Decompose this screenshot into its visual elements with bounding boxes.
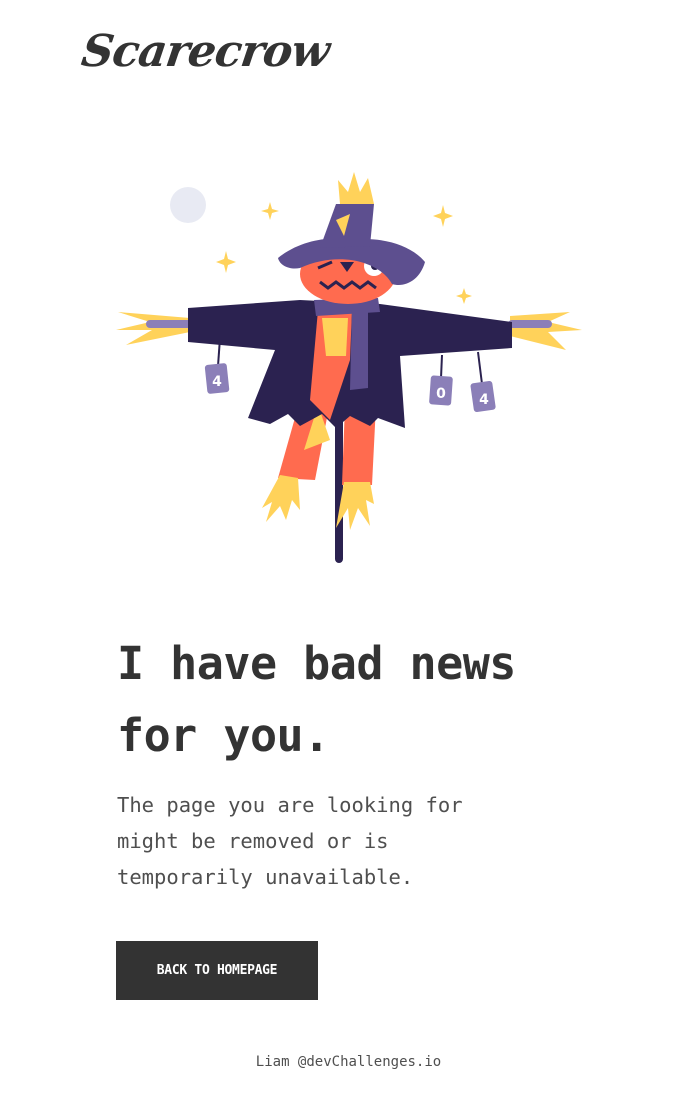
left-hand-straw: [116, 312, 190, 345]
feet-straw: [262, 475, 374, 530]
scarecrow-illustration: 4 0 4: [116, 172, 582, 563]
moon-icon: [170, 187, 206, 223]
back-to-homepage-button[interactable]: BACK TO HOMEPAGE: [116, 941, 318, 1000]
message-line-2: might be removed or is: [117, 829, 389, 853]
can-middle-label: 0: [436, 386, 446, 402]
can-middle: 0: [429, 375, 453, 406]
headline-line-1: I have bad news: [117, 637, 516, 690]
can-left: 4: [204, 363, 230, 394]
right-cuff: [508, 320, 552, 328]
error-message: The page you are looking for might be re…: [117, 787, 537, 895]
footer-credit: Liam @devChallenges.io: [255, 1054, 442, 1070]
right-hand-straw: [510, 312, 582, 350]
can-right-label: 4: [479, 392, 489, 408]
can-left-label: 4: [212, 374, 222, 390]
headline-line-2: for you.: [117, 709, 330, 762]
left-cuff: [146, 320, 192, 328]
site-logo[interactable]: Scarecrow: [78, 26, 332, 77]
shirt-patch: [322, 318, 348, 356]
error-headline: I have bad news for you.: [117, 628, 587, 772]
message-line-3: temporarily unavailable.: [117, 865, 414, 889]
can-right: 4: [470, 380, 496, 412]
message-line-1: The page you are looking for: [117, 793, 463, 817]
